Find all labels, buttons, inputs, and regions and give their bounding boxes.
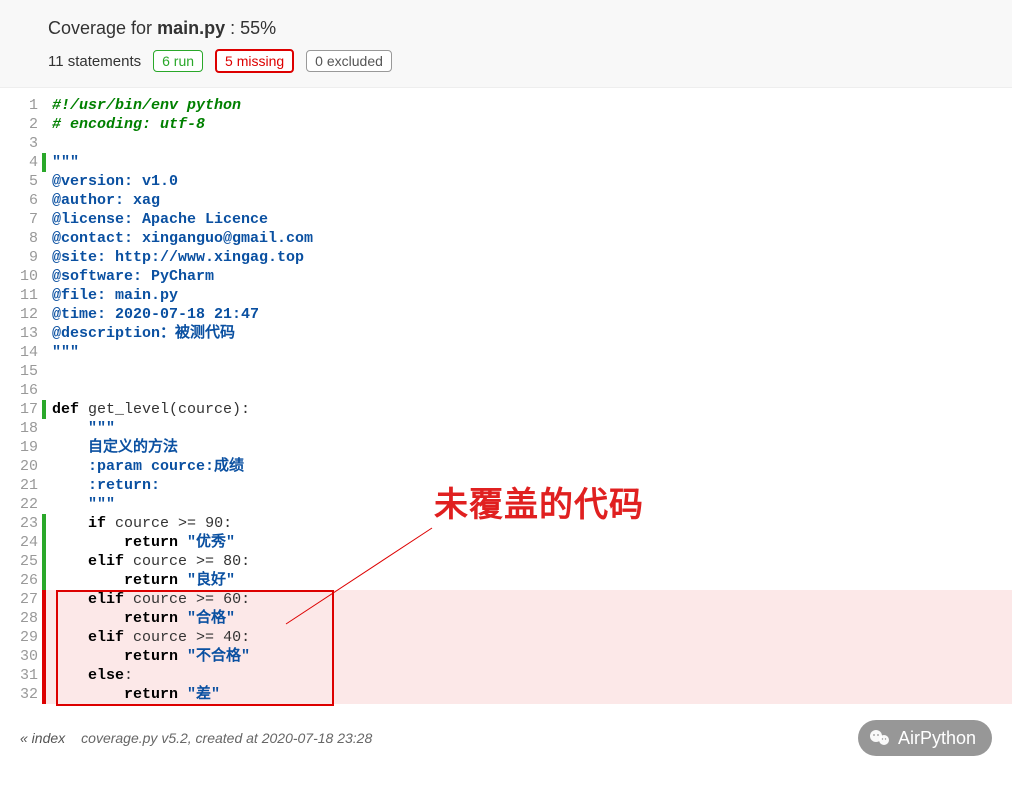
line-number[interactable]: 9 [0, 248, 38, 267]
line-number[interactable]: 15 [0, 362, 38, 381]
code-line [46, 381, 1012, 400]
missing-badge[interactable]: 5 missing [215, 49, 294, 73]
code-line: return "差" [46, 685, 1012, 704]
code-line: # encoding: utf-8 [46, 115, 1012, 134]
line-number[interactable]: 8 [0, 229, 38, 248]
title-suffix: : 55% [225, 18, 276, 38]
line-number[interactable]: 6 [0, 191, 38, 210]
code-line: return "合格" [46, 609, 1012, 628]
line-number[interactable]: 11 [0, 286, 38, 305]
line-number[interactable]: 24 [0, 533, 38, 552]
line-number[interactable]: 1 [0, 96, 38, 115]
code-line: """ [46, 419, 1012, 438]
title-filename: main.py [157, 18, 225, 38]
page-title: Coverage for main.py : 55% [48, 18, 964, 39]
line-number[interactable]: 10 [0, 267, 38, 286]
line-number[interactable]: 5 [0, 172, 38, 191]
statements-count: 11 statements [48, 53, 141, 70]
code-line: @software: PyCharm [46, 267, 1012, 286]
line-number[interactable]: 13 [0, 324, 38, 343]
code-line: @license: Apache Licence [46, 210, 1012, 229]
line-number[interactable]: 12 [0, 305, 38, 324]
line-number[interactable]: 19 [0, 438, 38, 457]
line-number[interactable]: 16 [0, 381, 38, 400]
watermark: AirPython [858, 720, 992, 756]
code-line: return "不合格" [46, 647, 1012, 666]
line-number[interactable]: 17 [0, 400, 38, 419]
code-line: @file: main.py [46, 286, 1012, 305]
footer-info: coverage.py v5.2, created at 2020-07-18 … [81, 730, 372, 746]
title-prefix: Coverage for [48, 18, 157, 38]
watermark-text: AirPython [898, 728, 976, 749]
code-line: elif cource >= 40: [46, 628, 1012, 647]
code-line [46, 362, 1012, 381]
code-line: """ [46, 153, 1012, 172]
code-line: return "优秀" [46, 533, 1012, 552]
line-number[interactable]: 30 [0, 647, 38, 666]
code-line: def get_level(cource): [46, 400, 1012, 419]
code-line: @description：被测代码 [46, 324, 1012, 343]
line-number[interactable]: 2 [0, 115, 38, 134]
code-line: @time: 2020-07-18 21:47 [46, 305, 1012, 324]
run-badge[interactable]: 6 run [153, 50, 203, 72]
code-line: 自定义的方法 [46, 438, 1012, 457]
footer: « index coverage.py v5.2, created at 202… [0, 704, 1012, 772]
code-line: @version: v1.0 [46, 172, 1012, 191]
code-line: return "良好" [46, 571, 1012, 590]
code-line: """ [46, 495, 1012, 514]
coverage-header: Coverage for main.py : 55% 11 statements… [0, 0, 1012, 88]
code-line: :param cource:成绩 [46, 457, 1012, 476]
line-number[interactable]: 3 [0, 134, 38, 153]
code-line: @site: http://www.xingag.top [46, 248, 1012, 267]
line-number[interactable]: 4 [0, 153, 38, 172]
code-area: 1234567891011121314151617181920212223242… [0, 88, 1012, 704]
code-line: else: [46, 666, 1012, 685]
code-line [46, 134, 1012, 153]
line-number[interactable]: 26 [0, 571, 38, 590]
line-number[interactable]: 28 [0, 609, 38, 628]
line-number[interactable]: 25 [0, 552, 38, 571]
line-number[interactable]: 27 [0, 590, 38, 609]
line-number[interactable]: 32 [0, 685, 38, 704]
line-number[interactable]: 20 [0, 457, 38, 476]
line-number[interactable]: 14 [0, 343, 38, 362]
line-number[interactable]: 22 [0, 495, 38, 514]
code-line: elif cource >= 80: [46, 552, 1012, 571]
code-line: elif cource >= 60: [46, 590, 1012, 609]
code-line: @contact: xinganguo@gmail.com [46, 229, 1012, 248]
index-link[interactable]: « index [20, 730, 65, 746]
line-number[interactable]: 23 [0, 514, 38, 533]
code-line: if cource >= 90: [46, 514, 1012, 533]
code-line: #!/usr/bin/env python [46, 96, 1012, 115]
excluded-badge[interactable]: 0 excluded [306, 50, 392, 72]
source-code: #!/usr/bin/env python# encoding: utf-8 "… [46, 96, 1012, 704]
line-number[interactable]: 29 [0, 628, 38, 647]
line-number[interactable]: 21 [0, 476, 38, 495]
line-number[interactable]: 31 [0, 666, 38, 685]
wechat-icon [868, 726, 892, 750]
code-line: """ [46, 343, 1012, 362]
line-number[interactable]: 18 [0, 419, 38, 438]
code-line: @author: xag [46, 191, 1012, 210]
stats-row: 11 statements 6 run 5 missing 0 excluded [48, 49, 964, 73]
line-number-gutter: 1234567891011121314151617181920212223242… [0, 96, 42, 704]
code-line: :return: [46, 476, 1012, 495]
line-number[interactable]: 7 [0, 210, 38, 229]
